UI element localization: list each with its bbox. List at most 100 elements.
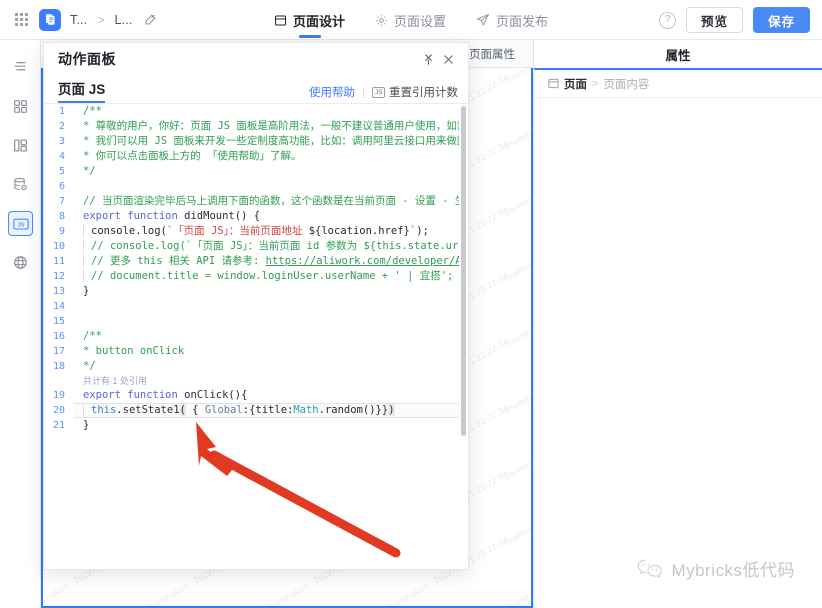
code-line[interactable]: 1 /** xyxy=(44,104,459,119)
left-icon-rail: JS xyxy=(0,40,41,608)
code-line-number: 12 xyxy=(52,271,65,282)
tab-page-js[interactable]: 页面 JS xyxy=(58,78,106,103)
code-line-number: 9 xyxy=(58,226,65,237)
code-line-content[interactable]: /** xyxy=(74,104,459,119)
action-panel-tools: 使用帮助 JS 重置引用计数 xyxy=(309,84,458,103)
code-line-content[interactable]: } xyxy=(74,284,459,299)
codelens-reference-count[interactable]: 共计有 1 处引用 xyxy=(44,374,459,388)
properties-breadcrumb-separator: > xyxy=(592,77,599,90)
app-logo-icon[interactable] xyxy=(39,8,61,31)
code-line-content[interactable]: */ xyxy=(74,359,459,374)
code-line[interactable]: 16 /** xyxy=(44,329,459,344)
code-line[interactable]: 12 // document.title = window.loginUser.u… xyxy=(44,269,459,284)
edit-pencil-icon[interactable] xyxy=(144,13,157,26)
code-line[interactable]: 18 */ xyxy=(44,359,459,374)
code-line-number: 17 xyxy=(52,346,65,357)
close-icon[interactable] xyxy=(438,49,458,69)
watermark-text: chemingkun · 2022/05/31 22:22:34 xyxy=(503,139,533,218)
code-line[interactable]: 13} xyxy=(44,284,459,299)
nav-tab-page-publish-label: 页面发布 xyxy=(496,13,549,29)
layout-columns-icon xyxy=(13,138,28,153)
code-line-number: 11 xyxy=(52,256,65,267)
code-line-number: 10 xyxy=(52,241,65,252)
topbar-right-group: ? 预览 保存 xyxy=(658,0,810,40)
code-line[interactable]: 14 xyxy=(44,299,459,314)
action-panel-subheader: 页面 JS 使用帮助 JS 重置引用计数 xyxy=(44,75,468,103)
outline-tree-icon xyxy=(13,60,28,75)
sidebar-item-outline[interactable] xyxy=(8,55,33,80)
code-line-content[interactable]: this.setState1( { Global:{title:Math.ran… xyxy=(74,403,459,418)
sidebar-item-data[interactable] xyxy=(8,172,33,197)
code-line-content[interactable]: */ xyxy=(74,164,459,179)
code-line[interactable]: 2 * 尊敬的用户，你好：页面 JS 面板是高阶用法，一般不建议普通用户使用，如需 xyxy=(44,119,459,134)
code-line[interactable]: 9 console.log(`「页面 JS」：当前页面地址 ${location.… xyxy=(44,224,459,239)
question-circle-icon[interactable]: ? xyxy=(658,11,676,29)
code-line[interactable]: 10 // console.log(`「页面 JS」：当前页面 id 参数为 ${… xyxy=(44,239,459,254)
codelens-label[interactable]: 共计有 1 处引用 xyxy=(74,374,459,389)
code-line[interactable]: 21} xyxy=(44,418,459,433)
code-line[interactable]: 15 xyxy=(44,314,459,329)
code-line-content[interactable]: * 尊敬的用户，你好：页面 JS 面板是高阶用法，一般不建议普通用户使用，如需 xyxy=(74,119,459,134)
code-line-content[interactable] xyxy=(74,299,459,314)
editor-vertical-scrollbar[interactable] xyxy=(460,104,467,569)
nav-tab-page-design[interactable]: 页面设计 xyxy=(272,0,347,40)
save-button[interactable]: 保存 xyxy=(752,7,810,33)
code-line[interactable]: 6 xyxy=(44,179,459,194)
code-line[interactable]: 4 * 你可以点击面板上方的 「使用帮助」了解。 xyxy=(44,149,459,164)
code-line-content[interactable] xyxy=(74,179,459,194)
main-nav-tabs: 页面设计 页面设置 页面发布 xyxy=(272,0,550,40)
page-icon xyxy=(548,78,559,89)
code-line-number: 1 xyxy=(58,106,65,117)
code-line[interactable]: 3 * 我们可以用 JS 面板来开发一些定制度高功能，比如：调用阿里云接口用来做图 xyxy=(44,134,459,149)
code-line-content[interactable]: export function onClick(){ xyxy=(74,388,459,403)
code-line[interactable]: 8 export function didMount() { xyxy=(44,209,459,224)
svg-text:JS: JS xyxy=(17,222,23,228)
properties-breadcrumb-root[interactable]: 页面 xyxy=(564,76,587,92)
code-line[interactable]: 11 // 更多 this 相关 API 请参考: https://aliwork… xyxy=(44,254,459,269)
code-line-content[interactable]: } xyxy=(74,418,459,433)
code-line-content[interactable]: // 当页面渲染完毕后马上调用下面的函数，这个函数是在当前页面 - 设置 - 生 xyxy=(74,194,459,209)
nav-tab-page-settings[interactable]: 页面设置 xyxy=(373,0,448,40)
code-line-content[interactable]: * 我们可以用 JS 面板来开发一些定制度高功能，比如：调用阿里云接口用来做图 xyxy=(74,134,459,149)
code-line-content[interactable]: // document.title = window.loginUser.use… xyxy=(74,269,459,284)
watermark-text: chemingkun · 2022/05/31 22:22:34 xyxy=(503,469,533,548)
pin-icon[interactable] xyxy=(418,49,438,69)
code-line-content[interactable]: // console.log(`「页面 JS」：当前页面 id 参数为 ${th… xyxy=(74,239,459,254)
code-line-content[interactable] xyxy=(74,314,459,329)
code-line-content[interactable]: * button onClick xyxy=(74,344,459,359)
sidebar-item-global[interactable] xyxy=(8,250,33,275)
code-line-content[interactable]: console.log(`「页面 JS」：当前页面地址 ${location.h… xyxy=(74,224,459,239)
code-lines-container: 1 /** 2 * 尊敬的用户，你好：页面 JS 面板是高阶用法，一般不建议普通用户使… xyxy=(44,104,459,569)
properties-breadcrumb-current[interactable]: 页面内容 xyxy=(603,76,649,92)
code-line-content[interactable]: // 更多 this 相关 API 请参考: https://aliwork.c… xyxy=(74,254,459,269)
editor-scrollbar-thumb[interactable] xyxy=(461,106,466,436)
sidebar-item-js[interactable]: JS xyxy=(8,211,33,236)
code-line[interactable]: 5 */ xyxy=(44,164,459,179)
code-line[interactable]: 19 export function onClick(){ xyxy=(44,388,459,403)
properties-breadcrumb: 页面 > 页面内容 xyxy=(534,70,822,98)
preview-button[interactable]: 预览 xyxy=(685,7,743,33)
grid-components-icon xyxy=(13,99,28,114)
code-line-number: 14 xyxy=(52,301,65,312)
reset-reference-count-button[interactable]: JS 重置引用计数 xyxy=(372,84,458,100)
breadcrumb-app-name[interactable]: T... xyxy=(70,13,87,27)
top-bar: T... > L... 页面设计 页面设置 页面发布 ? 预览 保存 xyxy=(0,0,822,40)
code-line-number: 16 xyxy=(52,331,65,342)
code-editor[interactable]: 1 /** 2 * 尊敬的用户，你好：页面 JS 面板是高阶用法，一般不建议普通用户使… xyxy=(44,103,468,569)
code-line-number: 6 xyxy=(58,181,65,192)
code-line-content[interactable]: export function didMount() { xyxy=(74,209,459,224)
apps-grid-icon[interactable] xyxy=(12,11,30,29)
help-link[interactable]: 使用帮助 xyxy=(309,84,355,100)
nav-tab-page-publish[interactable]: 页面发布 xyxy=(474,0,550,40)
code-line[interactable]: 20 this.setState1( { Global:{title:Math.r… xyxy=(44,403,459,418)
sidebar-item-components[interactable] xyxy=(8,94,33,119)
breadcrumb-page-name[interactable]: L... xyxy=(114,13,132,27)
app-root: T... > L... 页面设计 页面设置 页面发布 ? 预览 保存 JS 页面… xyxy=(0,0,822,608)
sidebar-item-layout[interactable] xyxy=(8,133,33,158)
code-line-content[interactable]: /** xyxy=(74,329,459,344)
code-line-content[interactable]: * 你可以点击面板上方的 「使用帮助」了解。 xyxy=(74,149,459,164)
watermark-text: chemingkun · 2022/05/31 22:22:34 xyxy=(503,337,533,416)
code-line-number: 7 xyxy=(58,196,65,207)
code-line[interactable]: 17 * button onClick xyxy=(44,344,459,359)
code-line[interactable]: 7 // 当页面渲染完毕后马上调用下面的函数，这个函数是在当前页面 - 设置 - … xyxy=(44,194,459,209)
